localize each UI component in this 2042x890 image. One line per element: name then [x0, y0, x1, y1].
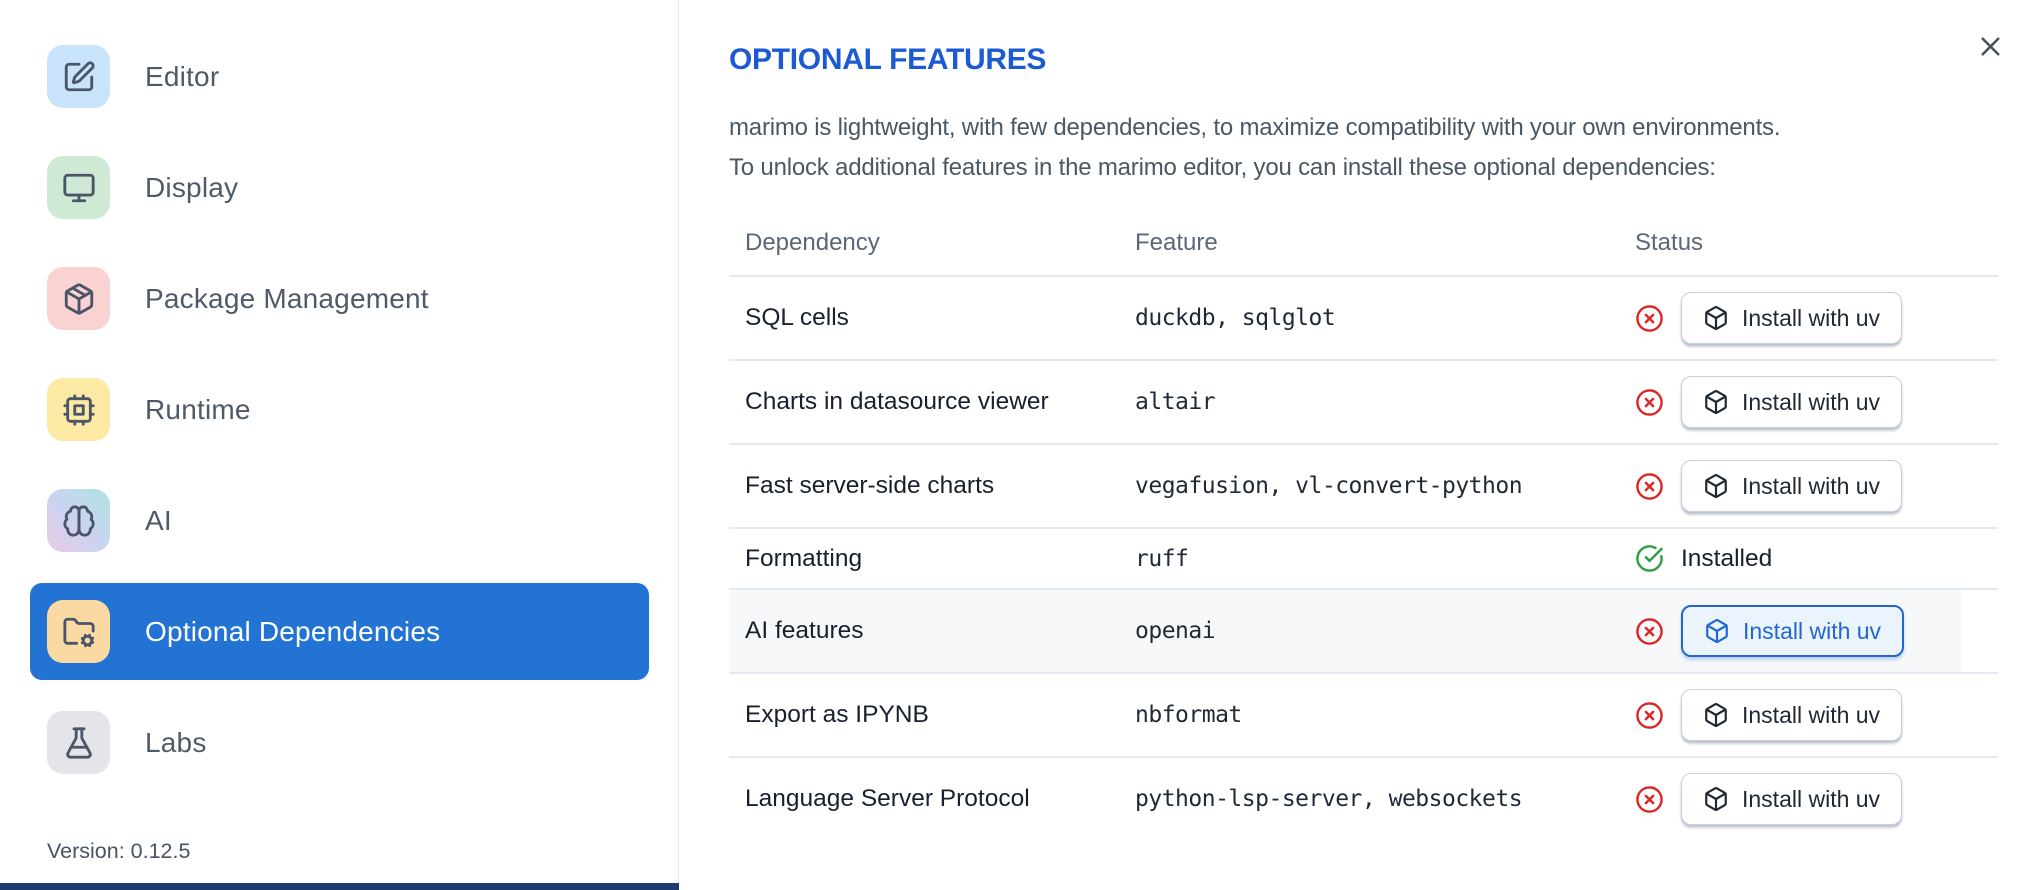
column-header-dependency: Dependency [745, 229, 880, 256]
install-with-uv-button[interactable]: Install with uv [1681, 376, 1903, 428]
sidebar-item-runtime[interactable]: Runtime [30, 361, 649, 458]
sidebar-item-editor[interactable]: Editor [30, 28, 649, 125]
table-header-row: Dependency Feature Status [729, 213, 1998, 275]
dependency-name: Fast server-side charts [745, 472, 995, 499]
brain-icon [47, 489, 110, 552]
dependency-name: Export as IPYNB [745, 701, 929, 728]
feature-packages: altair [1135, 389, 1216, 415]
box-icon [1705, 474, 1727, 498]
sidebar-item-label: AI [145, 504, 172, 536]
sidebar-item-display[interactable]: Display [30, 139, 649, 236]
sidebar-item-label: Package Management [145, 282, 429, 314]
install-with-uv-button[interactable]: Install with uv [1681, 689, 1903, 741]
install-with-uv-button[interactable]: Install with uv [1681, 292, 1903, 344]
dependencies-table: Dependency Feature Status SQL cells duck… [729, 213, 1998, 840]
table-row-lsp: Language Server Protocol python-lsp-serv… [729, 756, 1998, 840]
box-icon [1705, 787, 1727, 811]
settings-dialog: Editor Display Package Management Runtim… [0, 0, 2042, 890]
flask-icon [47, 711, 110, 774]
sidebar-item-package-management[interactable]: Package Management [30, 250, 649, 347]
not-installed-icon [1635, 701, 1664, 730]
monitor-icon [47, 156, 110, 219]
sidebar-item-label: Optional Dependencies [145, 615, 441, 647]
table-row-formatting: Formatting ruff Installed [729, 527, 1998, 588]
dependency-name: SQL cells [745, 304, 849, 331]
sidebar-item-label: Runtime [145, 393, 251, 425]
feature-packages: duckdb, sqlglot [1135, 305, 1336, 331]
feature-packages: openai [1135, 618, 1216, 644]
panel-description: marimo is lightweight, with few dependen… [729, 108, 1998, 187]
install-with-uv-button[interactable]: Install with uv [1681, 460, 1903, 512]
feature-packages: vegafusion, vl-convert-python [1135, 473, 1523, 499]
cpu-icon [47, 378, 110, 441]
sidebar-item-label: Labs [145, 726, 207, 758]
not-installed-icon [1635, 304, 1664, 333]
description-line-1: marimo is lightweight, with few dependen… [729, 114, 1781, 141]
settings-sidebar: Editor Display Package Management Runtim… [0, 0, 679, 890]
install-with-uv-button[interactable]: Install with uv [1681, 773, 1903, 825]
optional-features-panel: OPTIONAL FEATURES marimo is lightweight,… [680, 0, 2042, 890]
dependency-name: Charts in datasource viewer [745, 388, 1049, 415]
table-row-charts-datasource: Charts in datasource viewer altair Insta… [729, 359, 1998, 443]
feature-packages: python-lsp-server, websockets [1135, 786, 1523, 812]
sidebar-item-ai[interactable]: AI [30, 472, 649, 569]
bottom-accent-strip [0, 883, 679, 890]
installed-status-label: Installed [1681, 544, 1773, 572]
sidebar-item-labs[interactable]: Labs [30, 694, 649, 791]
folder-cog-icon [47, 600, 110, 663]
box-icon [1706, 619, 1728, 643]
box-icon [1705, 306, 1727, 330]
box-icon [1705, 703, 1727, 727]
settings-nav: Editor Display Package Management Runtim… [30, 28, 649, 805]
sidebar-item-optional-dependencies[interactable]: Optional Dependencies [30, 583, 649, 680]
version-label: Version: 0.12.5 [47, 839, 191, 863]
page-title: OPTIONAL FEATURES [729, 43, 1047, 76]
not-installed-icon [1635, 785, 1664, 814]
installed-icon [1635, 544, 1664, 573]
column-header-status: Status [1635, 229, 1704, 256]
dependency-name: AI features [745, 617, 864, 644]
column-header-feature: Feature [1135, 229, 1218, 256]
not-installed-icon [1635, 617, 1664, 646]
not-installed-icon [1635, 472, 1664, 501]
panel-content: OPTIONAL FEATURES marimo is lightweight,… [729, 42, 1998, 840]
dependency-name: Formatting [745, 544, 863, 572]
table-row-ai-features: AI features openai Install with uv [729, 588, 1998, 672]
dependency-name: Language Server Protocol [745, 785, 1030, 812]
description-line-2: To unlock additional features in the mar… [729, 153, 1716, 181]
package-icon [47, 267, 110, 330]
table-row-sql-cells: SQL cells duckdb, sqlglot Install with u… [729, 275, 1998, 359]
sidebar-item-label: Editor [145, 60, 220, 92]
box-icon [1705, 390, 1727, 414]
feature-packages: ruff [1135, 545, 1189, 572]
not-installed-icon [1635, 388, 1664, 417]
table-row-fast-charts: Fast server-side charts vegafusion, vl-c… [729, 443, 1998, 527]
feature-packages: nbformat [1135, 702, 1242, 728]
install-with-uv-button-focused[interactable]: Install with uv [1681, 605, 1905, 657]
square-pen-icon [47, 45, 110, 108]
sidebar-item-label: Display [145, 171, 239, 203]
table-row-export-ipynb: Export as IPYNB nbformat Install with uv [729, 672, 1998, 756]
